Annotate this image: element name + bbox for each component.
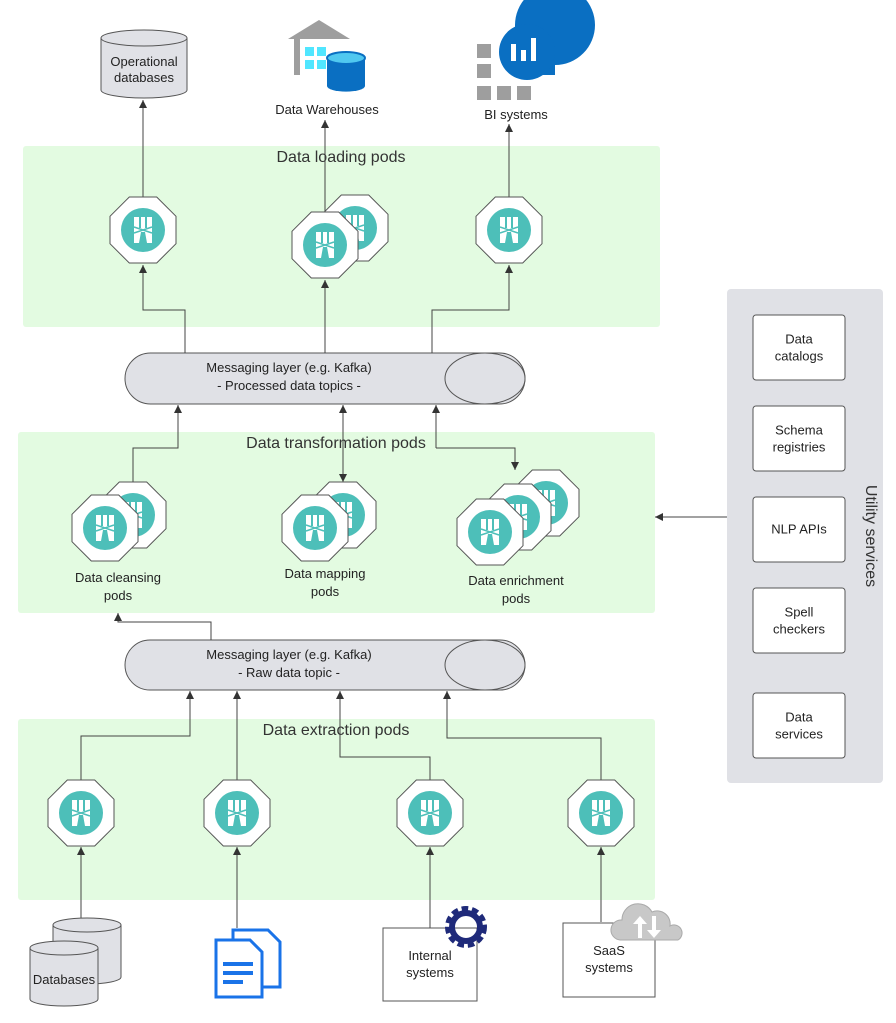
messaging-raw-line1: Messaging layer (e.g. Kafka) [206, 647, 371, 662]
utility-item-label: Data [785, 710, 813, 725]
messaging-processed-line1: Messaging layer (e.g. Kafka) [206, 360, 371, 375]
operational-databases-line2: databases [114, 70, 174, 85]
zone-extraction-title: Data extraction pods [263, 722, 410, 739]
cleansing-label-1: Data cleansing [75, 570, 161, 585]
saas-systems-line2: systems [585, 960, 633, 975]
pod-icon [475, 196, 543, 264]
utility-item-box [752, 314, 846, 381]
mapping-label-1: Data mapping [285, 566, 366, 581]
messaging-raw: Messaging layer (e.g. Kafka) - Raw data … [124, 639, 526, 691]
document-icon [214, 928, 282, 999]
zone-transformation-title: Data transformation pods [246, 435, 426, 452]
databases-source: Databases [29, 917, 122, 1007]
utility-item-label: services [775, 727, 823, 742]
pod-icon [281, 494, 349, 562]
pod-icon [567, 779, 635, 847]
pod-icon [456, 498, 524, 566]
databases-label: Databases [33, 972, 96, 987]
enrichment-label-1: Data enrichment [468, 573, 564, 588]
cleansing-label-2: pods [104, 588, 133, 603]
data-warehouses-label: Data Warehouses [275, 102, 379, 117]
operational-databases: Operational databases [100, 29, 188, 99]
bi-icon [477, 0, 595, 100]
utility-item-box [752, 692, 846, 759]
utility-item-label: checkers [773, 622, 826, 637]
utility-item-box [752, 405, 846, 472]
pod-icon [109, 196, 177, 264]
gear-icon [445, 906, 487, 948]
internal-systems-line1: Internal [408, 948, 451, 963]
utility-item-label: Data [785, 332, 813, 347]
utility-item-label: NLP APIs [771, 522, 827, 537]
pipeline-diagram: Data loading pods Data transformation po… [18, 0, 883, 1007]
utility-item-box [752, 587, 846, 654]
pod-icon [71, 494, 139, 562]
cloud-upload-download-icon [610, 903, 683, 941]
saas-systems-line1: SaaS [593, 943, 625, 958]
warehouse-icon [288, 20, 366, 92]
mapping-label-2: pods [311, 584, 340, 599]
messaging-processed-line2: - Processed data topics - [217, 378, 361, 393]
pod-icon [203, 779, 271, 847]
zone-loading-title: Data loading pods [277, 149, 406, 166]
pod-icon [291, 211, 359, 279]
utility-services-title: Utility services [862, 485, 879, 587]
enrichment-label-2: pods [502, 591, 531, 606]
pod-icon [396, 779, 464, 847]
operational-databases-line1: Operational [110, 54, 177, 69]
utility-item-label: registries [773, 440, 826, 455]
messaging-raw-line2: - Raw data topic - [238, 665, 340, 680]
utility-item-label: Schema [775, 423, 823, 438]
messaging-processed: Messaging layer (e.g. Kafka) - Processed… [124, 352, 526, 405]
internal-systems-line2: systems [406, 965, 454, 980]
utility-item-label: Spell [785, 605, 814, 620]
bi-systems-label: BI systems [484, 107, 548, 122]
pod-icon [47, 779, 115, 847]
utility-item-label: catalogs [775, 349, 824, 364]
